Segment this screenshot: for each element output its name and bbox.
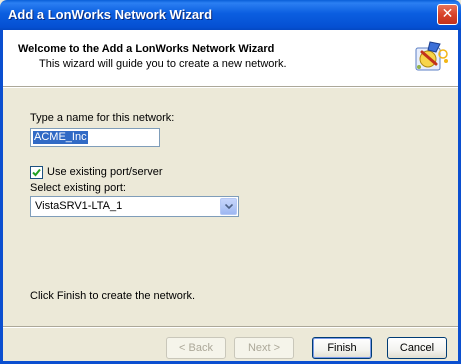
network-name-label: Type a name for this network:: [30, 112, 175, 124]
dropdown-button[interactable]: [220, 198, 237, 215]
finish-button[interactable]: Finish: [312, 337, 372, 359]
title-bar[interactable]: Add a LonWorks Network Wizard ✕: [0, 0, 461, 30]
cancel-button[interactable]: Cancel: [387, 337, 447, 359]
wizard-header: Welcome to the Add a LonWorks Network Wi…: [3, 30, 458, 88]
network-name-input[interactable]: ACME_Inc: [30, 128, 160, 147]
select-port-label: Select existing port:: [30, 182, 126, 194]
header-title: Welcome to the Add a LonWorks Network Wi…: [18, 43, 275, 55]
finish-instruction: Click Finish to create the network.: [30, 290, 196, 302]
chevron-down-icon: [225, 204, 233, 209]
existing-port-select[interactable]: VistaSRV1-LTA_1: [30, 196, 239, 217]
header-subtitle: This wizard will guide you to create a n…: [39, 58, 287, 70]
wizard-window: Add a LonWorks Network Wizard ✕ Welcome …: [0, 0, 461, 364]
wizard-hat-icon: [410, 40, 450, 76]
button-divider: [3, 326, 458, 328]
checkmark-icon: [32, 168, 41, 177]
window-title: Add a LonWorks Network Wizard: [8, 7, 213, 22]
use-existing-port-label[interactable]: Use existing port/server: [47, 166, 163, 178]
network-name-value: ACME_Inc: [33, 131, 88, 144]
close-button[interactable]: ✕: [437, 4, 458, 25]
back-button[interactable]: < Back: [166, 337, 226, 359]
existing-port-value: VistaSRV1-LTA_1: [35, 200, 123, 212]
next-button[interactable]: Next >: [234, 337, 294, 359]
use-existing-port-checkbox[interactable]: [30, 166, 43, 179]
